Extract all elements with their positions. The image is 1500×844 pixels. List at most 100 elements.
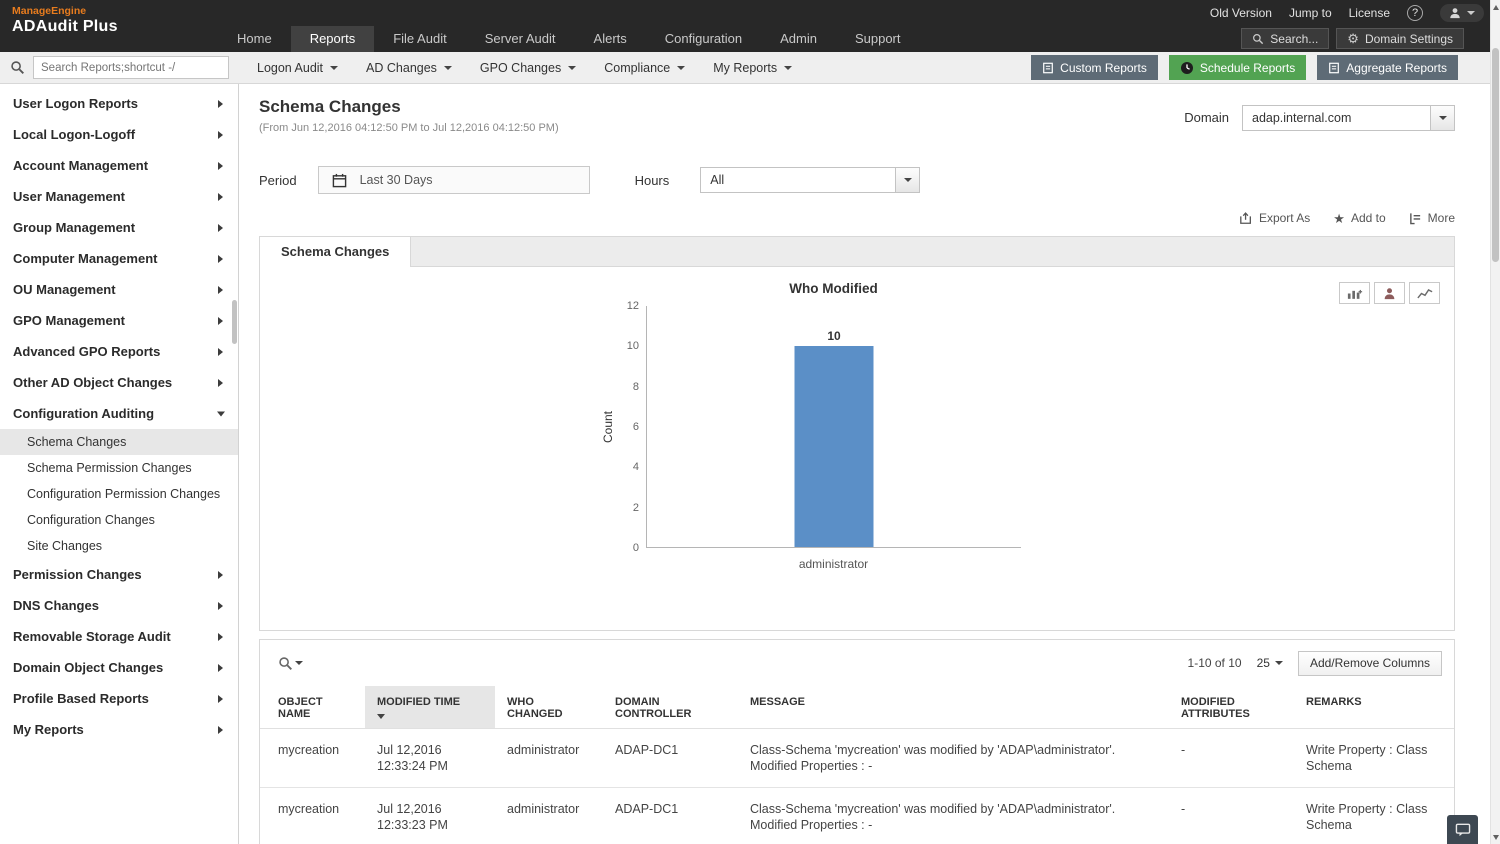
sidebar-item-domain-object-changes[interactable]: Domain Object Changes (0, 652, 238, 683)
sidebar-item-label: Computer Management (13, 251, 157, 266)
menu-ad-changes[interactable]: AD Changes (352, 52, 466, 84)
domain-select[interactable]: adap.internal.com (1242, 105, 1455, 131)
sidebar-subitem-configuration-changes[interactable]: Configuration Changes (0, 507, 238, 533)
schedule-reports-button[interactable]: Schedule Reports (1169, 55, 1306, 80)
sidebar-subitem-schema-permission-changes[interactable]: Schema Permission Changes (0, 455, 238, 481)
hours-select-value: All (710, 173, 724, 187)
menu-my-reports[interactable]: My Reports (699, 52, 806, 84)
sidebar-item-other-ad-object-changes[interactable]: Other AD Object Changes (0, 367, 238, 398)
sidebar-item-user-management[interactable]: User Management (0, 181, 238, 212)
scroll-down-arrow[interactable] (1491, 831, 1500, 843)
chevron-right-icon (218, 317, 223, 325)
sidebar-item-gpo-management[interactable]: GPO Management (0, 305, 238, 336)
old-version-link[interactable]: Old Version (1210, 6, 1272, 20)
sidebar-item-configuration-auditing[interactable]: Configuration Auditing (0, 398, 238, 429)
column-header-domain-controller[interactable]: DOMAIN CONTROLLER (603, 686, 738, 729)
sidebar-item-computer-management[interactable]: Computer Management (0, 243, 238, 274)
nav-tab-file-audit[interactable]: File Audit (374, 26, 465, 52)
menu-logon-audit[interactable]: Logon Audit (243, 52, 352, 84)
line-chart-view-button[interactable] (1409, 282, 1440, 304)
page-size-select[interactable]: 25 (1257, 656, 1283, 670)
sidebar-item-my-reports[interactable]: My Reports (0, 714, 238, 745)
brand-logo[interactable]: ManageEngine ADAudit Plus (12, 5, 118, 36)
column-header-remarks[interactable]: REMARKS (1294, 686, 1454, 729)
sidebar-subitem-site-changes[interactable]: Site Changes (0, 533, 238, 559)
export-as-label: Export As (1259, 211, 1310, 225)
sidebar-item-group-management[interactable]: Group Management (0, 212, 238, 243)
chat-icon (1455, 823, 1471, 837)
sidebar-item-label: DNS Changes (13, 598, 99, 613)
y-tick: 8 (633, 381, 639, 393)
sidebar-item-label: Local Logon-Logoff (13, 127, 135, 142)
sidebar-item-permission-changes[interactable]: Permission Changes (0, 559, 238, 590)
user-summary-view-button[interactable] (1374, 282, 1405, 304)
sidebar-item-dns-changes[interactable]: DNS Changes (0, 590, 238, 621)
search-button-label: Search... (1270, 32, 1318, 46)
table-row[interactable]: mycreation Jul 12,2016 12:33:24 PM admin… (260, 729, 1454, 788)
report-tab-bar: Schema Changes (260, 237, 1454, 267)
sidebar-item-account-management[interactable]: Account Management (0, 150, 238, 181)
add-remove-columns-button[interactable]: Add/Remove Columns (1298, 651, 1442, 676)
scrollbar-thumb[interactable] (1492, 48, 1499, 262)
sidebar-item-profile-based-reports[interactable]: Profile Based Reports (0, 683, 238, 714)
sidebar-collapse-handle[interactable] (232, 300, 237, 344)
select-arrow[interactable] (895, 168, 919, 192)
custom-reports-button[interactable]: Custom Reports (1031, 55, 1158, 80)
period-label: Period (259, 173, 297, 188)
hours-select[interactable]: All (700, 167, 920, 193)
feedback-chat-button[interactable] (1447, 815, 1478, 844)
help-icon[interactable]: ? (1407, 5, 1423, 21)
report-date-range: (From Jun 12,2016 04:12:50 PM to Jul 12,… (259, 122, 559, 134)
sidebar-item-user-logon-reports[interactable]: User Logon Reports (0, 88, 238, 119)
tab-schema-changes[interactable]: Schema Changes (260, 237, 411, 268)
report-search-input[interactable] (33, 56, 229, 79)
nav-tab-alerts[interactable]: Alerts (575, 26, 646, 52)
vertical-scrollbar[interactable] (1490, 0, 1500, 844)
nav-tab-server-audit[interactable]: Server Audit (466, 26, 575, 52)
menu-label: My Reports (713, 61, 777, 75)
nav-tab-reports[interactable]: Reports (291, 26, 375, 52)
report-icon (1328, 62, 1340, 74)
nav-tab-admin[interactable]: Admin (761, 26, 836, 52)
menu-compliance[interactable]: Compliance (590, 52, 699, 84)
chevron-right-icon (218, 131, 223, 139)
search-icon (10, 60, 25, 75)
column-header-object-name[interactable]: OBJECT NAME (260, 686, 365, 729)
jump-to-link[interactable]: Jump to (1289, 6, 1332, 20)
sidebar-subitem-configuration-permission-changes[interactable]: Configuration Permission Changes (0, 481, 238, 507)
add-to-button[interactable]: ★ Add to (1333, 211, 1385, 225)
sidebar-subitem-schema-changes[interactable]: Schema Changes (0, 429, 238, 455)
nav-tab-support[interactable]: Support (836, 26, 920, 52)
column-header-message[interactable]: MESSAGE (738, 686, 1169, 729)
domain-settings-button[interactable]: ⚙ Domain Settings (1336, 28, 1464, 49)
sidebar-item-local-logon-logoff[interactable]: Local Logon-Logoff (0, 119, 238, 150)
sidebar-item-ou-management[interactable]: OU Management (0, 274, 238, 305)
table-row[interactable]: mycreation Jul 12,2016 12:33:23 PM admin… (260, 788, 1454, 844)
user-icon (1449, 7, 1461, 19)
chevron-right-icon (218, 695, 223, 703)
select-arrow[interactable] (1430, 106, 1454, 130)
period-picker[interactable]: Last 30 Days (318, 166, 590, 194)
column-header-who-changed[interactable]: WHO CHANGED (495, 686, 603, 729)
license-link[interactable]: License (1349, 6, 1390, 20)
bar-chart-icon (1347, 287, 1363, 300)
column-header-modified-attributes[interactable]: MODIFIED ATTRIBUTES (1169, 686, 1294, 729)
aggregate-reports-button[interactable]: Aggregate Reports (1317, 55, 1458, 80)
more-button[interactable]: More (1409, 211, 1455, 225)
menu-gpo-changes[interactable]: GPO Changes (466, 52, 590, 84)
period-value: Last 30 Days (360, 173, 433, 187)
nav-tab-home[interactable]: Home (218, 26, 291, 52)
chevron-right-icon (218, 664, 223, 672)
bar-chart-view-button[interactable] (1339, 282, 1370, 304)
sidebar-item-advanced-gpo-reports[interactable]: Advanced GPO Reports (0, 336, 238, 367)
column-header-modified-time[interactable]: MODIFIED TIME (365, 686, 495, 729)
scroll-up-arrow[interactable] (1491, 1, 1500, 13)
user-menu-button[interactable] (1440, 4, 1484, 22)
chart-bar[interactable] (795, 346, 874, 547)
nav-tab-configuration[interactable]: Configuration (646, 26, 761, 52)
export-as-button[interactable]: Export As (1239, 211, 1310, 225)
y-tick: 6 (633, 421, 639, 433)
search-button[interactable]: Search... (1241, 28, 1329, 49)
table-search-button[interactable] (278, 656, 303, 671)
sidebar-item-removable-storage-audit[interactable]: Removable Storage Audit (0, 621, 238, 652)
